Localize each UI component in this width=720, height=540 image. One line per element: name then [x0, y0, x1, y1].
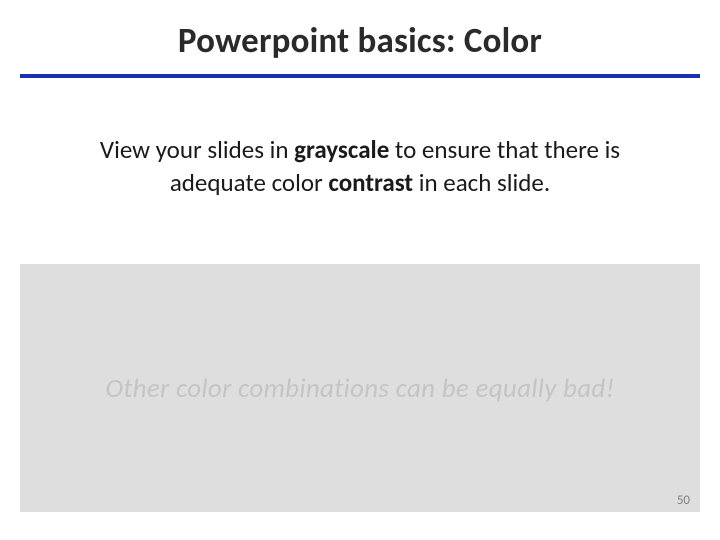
body-bold-grayscale: grayscale [294, 134, 389, 165]
page-number: 50 [677, 493, 690, 508]
body-copy: View your slides in grayscale to ensure … [50, 134, 670, 199]
slide-title: Powerpoint basics: Color [0, 0, 720, 74]
body-prefix: View your slides in [100, 134, 294, 165]
slide-root: Powerpoint basics: Color View your slide… [0, 0, 720, 540]
body-suffix: in each slide. [413, 167, 550, 198]
low-contrast-example-box: Other color combinations can be equally … [20, 264, 700, 512]
title-underline [20, 74, 700, 78]
body-bold-contrast: contrast [328, 167, 413, 198]
low-contrast-example-text: Other color combinations can be equally … [105, 372, 614, 405]
